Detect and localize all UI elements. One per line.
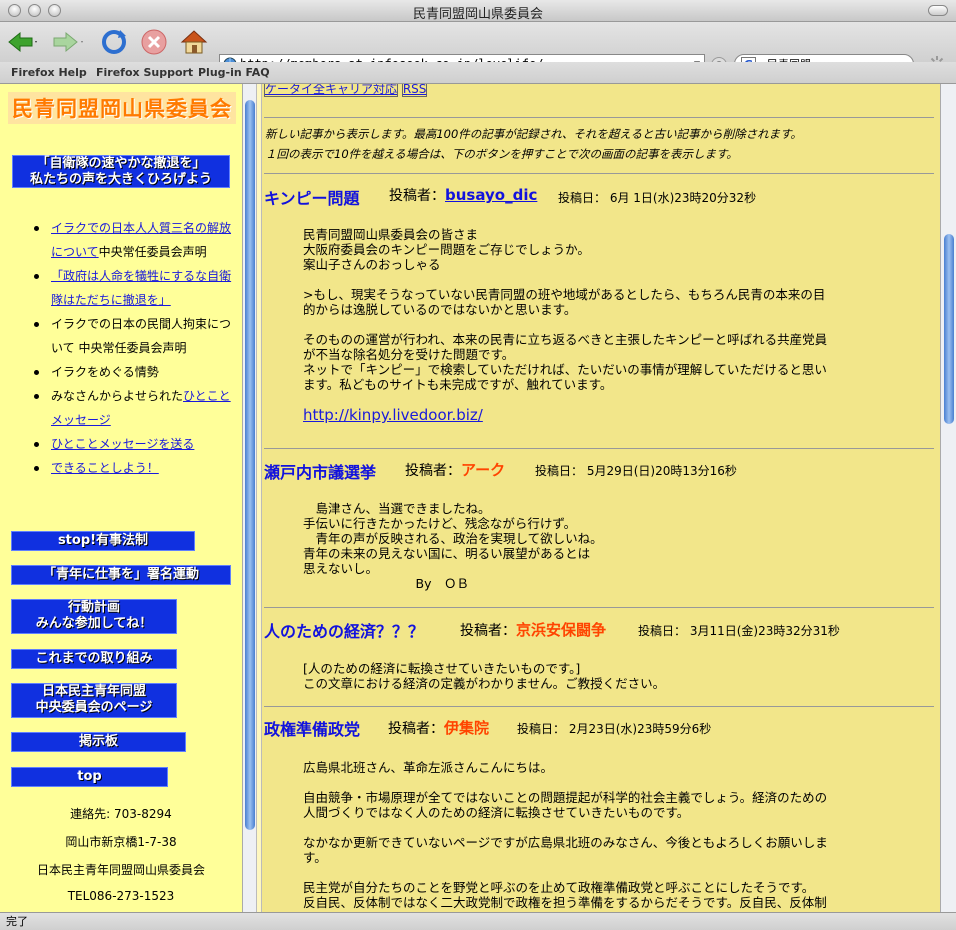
stop-emergency-law-button[interactable]: stop!有事法制 <box>11 531 195 551</box>
home-button[interactable] <box>178 26 210 58</box>
contact-address: 岡山市新京橋1-7-38 <box>65 835 177 849</box>
sidebar-frame: 民青同盟岡山県委員会 「自衛隊の速やかな撤退を」 私たちの声を大きくひろげよう … <box>0 84 242 912</box>
toolbar-toggle-button[interactable] <box>928 5 948 16</box>
bulletin-board-button[interactable]: 掲示板 <box>11 732 186 752</box>
post-author: 投稿者：busayo_dic <box>389 185 537 205</box>
post-author-name: 伊集院 <box>444 719 490 737</box>
nav-link-what-we-can-do[interactable]: できることしよう！ <box>51 461 159 475</box>
bookmark-plugin-faq[interactable]: Plug-in FAQ <box>198 66 270 79</box>
site-logo[interactable]: 民青同盟岡山県委員会 <box>8 92 236 124</box>
post-link[interactable]: http://kinpy.livedoor.biz/ <box>303 406 483 424</box>
divider <box>264 607 934 608</box>
post-author-link[interactable]: busayo_dic <box>445 186 537 204</box>
post-body: 民青同盟岡山県委員会の皆さま 大阪府委員会のキンピー問題をご存じでしょうか。 案… <box>303 227 828 392</box>
nav-item: イラクでの日本人人質三名の解放について中央常任委員会声明 <box>34 216 234 264</box>
banner-line-2: 私たちの声を大きくひろげよう <box>29 172 212 187</box>
intro-line-1: 新しい記事から表示します。最高100件の記事が記録され、それを超えると古い記事か… <box>265 127 802 141</box>
navigation-toolbar: http://members.at.infoseek.co.jp/lovelif… <box>0 22 956 75</box>
stop-button[interactable] <box>138 26 170 58</box>
post-author: 投稿者：伊集院 <box>388 717 489 738</box>
post-author: 投稿者：京浜安保闘争 <box>460 619 606 640</box>
contact-org: 日本民主青年同盟岡山県委員会 <box>36 863 205 877</box>
post-author-name: アーク <box>461 461 506 479</box>
divider <box>264 448 934 449</box>
petition-button[interactable]: 「青年に仕事を」署名運動 <box>11 565 231 585</box>
top-links: ケータイ全キャリア対応 RSS <box>264 84 428 97</box>
poster-label: 投稿者： <box>405 463 461 479</box>
back-button[interactable] <box>6 26 38 58</box>
nav-item: できることしよう！ <box>34 456 234 480</box>
bookmark-firefox-help[interactable]: Firefox Help <box>11 66 87 79</box>
stop-icon <box>141 29 167 55</box>
bookmarks-toolbar: Firefox Help Firefox Support Plug-in FAQ <box>0 62 956 84</box>
reload-icon <box>102 30 126 54</box>
poster-label: 投稿者： <box>389 188 445 204</box>
action-plan-button[interactable]: 行動計画 みんな参加してね！ <box>11 599 177 634</box>
contact-tel: TEL086-273-1523 <box>67 889 175 903</box>
post-title: 政権準備政党 <box>264 720 361 739</box>
poster-label: 投稿者： <box>388 721 444 737</box>
post-author: 投稿者：アーク <box>405 459 505 480</box>
post-date: 投稿日： 5月29日(日)20時13分16秒 <box>535 464 737 478</box>
action-plan-line-1: 行動計画 <box>67 600 120 615</box>
post-body: 広島県北班さん、革命左派さんこんにちは。 自由競争・市場原理が全てではないことの… <box>303 760 828 910</box>
sidebar-scroll-thumb[interactable] <box>245 100 255 830</box>
past-efforts-button[interactable]: これまでの取り組み <box>11 649 177 669</box>
forward-button[interactable] <box>52 26 84 58</box>
post-title: 人のための経済？？？ <box>264 622 425 641</box>
window-titlebar: 民青同盟岡山県委員会 <box>0 0 956 22</box>
poster-label: 投稿者： <box>460 623 516 639</box>
top-button[interactable]: top <box>11 767 168 787</box>
status-bar: 完了 <box>0 912 956 930</box>
nav-link-send-message[interactable]: ひとことメッセージを送る <box>51 437 194 451</box>
intro-line-2: １回の表示で10件を越える場合は、下のボタンを押すことで次の画面の記事を表示しま… <box>265 147 738 161</box>
central-committee-button[interactable]: 日本民主青年同盟 中央委員会のページ <box>11 683 177 718</box>
sidebar-nav: イラクでの日本人人質三名の解放について中央常任委員会声明 「政府は人命を犠牲にす… <box>17 216 234 480</box>
nav-item: みなさんからよせられたひとことメッセージ <box>34 384 234 432</box>
nav-item: イラクをめぐる情勢 <box>34 360 234 384</box>
bookmark-firefox-support[interactable]: Firefox Support <box>96 66 193 79</box>
nav-link-withdraw[interactable]: 「政府は人命を犠牲にするな自衛隊はただちに撤退を」 <box>51 269 231 307</box>
home-icon <box>180 30 208 54</box>
rss-link[interactable]: RSS <box>401 84 428 97</box>
nav-item-note: 中央常任委員会声明 <box>98 245 207 259</box>
nav-item-text: イラクでの日本の民間人拘束について 中央常任委員会声明 <box>51 317 232 355</box>
post-date: 投稿日： 2月23日(水)23時59分6秒 <box>517 722 712 736</box>
contact-postal: 連絡先: 703-8294 <box>70 807 172 821</box>
banner-line-1: 「自衛隊の速やかな撤退を」 <box>36 156 206 171</box>
divider <box>264 706 934 707</box>
post-date: 投稿日： 6月 1日(水)23時20分32秒 <box>558 191 757 205</box>
nav-item-plain: イラクでの日本の民間人拘束について 中央常任委員会声明 <box>17 312 234 360</box>
divider <box>264 117 934 118</box>
window-title: 民青同盟岡山県委員会 <box>412 7 543 22</box>
post-body: [人のための経済に転換させていきたいものです。] この文章における経済の定義がわ… <box>303 661 666 691</box>
board-frame: ケータイ全キャリア対応 RSS 新しい記事から表示します。最高100件の記事が記… <box>262 84 940 912</box>
central-committee-line-1: 日本民主青年同盟 <box>41 684 146 699</box>
withdraw-banner[interactable]: 「自衛隊の速やかな撤退を」 私たちの声を大きくひろげよう <box>12 155 230 188</box>
nav-item: 「政府は人命を犠牲にするな自衛隊はただちに撤退を」 <box>34 264 234 312</box>
post-author-name: 京浜安保闘争 <box>516 621 607 639</box>
action-plan-line-2: みんな参加してね！ <box>35 616 153 631</box>
main-scroll-thumb[interactable] <box>944 234 954 424</box>
divider <box>264 173 934 174</box>
reload-button[interactable] <box>98 26 130 58</box>
back-arrow-icon <box>8 31 37 53</box>
nav-item-text: イラクをめぐる情勢 <box>51 365 159 379</box>
main-scrollbar[interactable] <box>940 84 956 912</box>
post-date: 投稿日： 3月11日(金)23時32分31秒 <box>638 624 840 638</box>
post-title: キンピー問題 <box>264 189 360 208</box>
sidebar-scrollbar[interactable] <box>242 84 256 912</box>
nav-item: ひとことメッセージを送る <box>34 432 234 456</box>
status-text: 完了 <box>6 915 28 928</box>
mobile-link[interactable]: ケータイ全キャリア対応 <box>264 84 399 97</box>
central-committee-line-2: 中央委員会のページ <box>35 700 153 715</box>
post-title: 瀬戸内市議選挙 <box>264 463 377 482</box>
post-body: 島津さん、当選できましたね。 手伝いに行きたかったけど、残念ながら行けず。 青年… <box>303 501 603 591</box>
forward-arrow-icon <box>53 31 83 53</box>
nav-item-text: みなさんからよせられた <box>51 389 184 403</box>
